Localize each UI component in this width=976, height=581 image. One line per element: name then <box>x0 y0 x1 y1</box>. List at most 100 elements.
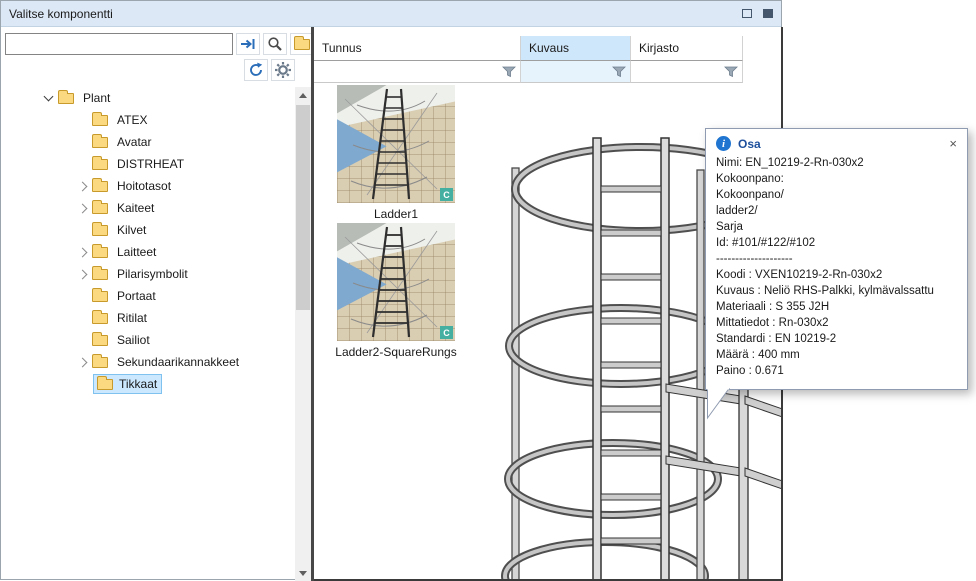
selected-tree-item: Tikkaat <box>93 374 162 394</box>
filter-cell-kuvaus[interactable] <box>521 61 631 83</box>
titlebar: Valitse komponentti <box>1 1 781 27</box>
tree-item-pilarisymbolit[interactable]: Pilarisymbolit <box>1 263 295 285</box>
arrow-down-icon <box>299 571 307 576</box>
tree-item-kilvet[interactable]: Kilvet <box>1 219 295 241</box>
tooltip-line: Kokoonpano: <box>716 171 957 187</box>
ladder-preview-drawing <box>337 85 455 203</box>
search-input[interactable] <box>5 33 233 55</box>
component-card-ladder2[interactable]: C Ladder2-SquareRungs <box>331 223 461 359</box>
component-label[interactable]: Ladder1 <box>374 207 418 221</box>
tree-item-atex[interactable]: ATEX <box>1 109 295 131</box>
folder-icon <box>92 247 108 258</box>
folder-icon <box>92 203 108 214</box>
tree-item-label: ATEX <box>114 112 150 128</box>
filter-funnel-icon[interactable] <box>612 66 626 78</box>
arrow-up-icon <box>299 93 307 98</box>
tree-item-distrheat[interactable]: DISTRHEAT <box>1 153 295 175</box>
column-header-kuvaus[interactable]: Kuvaus <box>521 36 631 61</box>
maximize-icon <box>742 9 752 18</box>
tree-item-tikkaat[interactable]: Tikkaat <box>1 373 295 395</box>
tooltip-pointer <box>707 388 731 420</box>
tooltip-line: Kuvaus : Neliö RHS-Palkki, kylmävalssatt… <box>716 283 957 299</box>
refresh-button[interactable] <box>244 59 268 81</box>
component-thumbnail[interactable]: C <box>337 223 455 341</box>
folder-icon <box>92 335 108 346</box>
scroll-up-button[interactable] <box>295 87 311 103</box>
folder-icon <box>92 115 108 126</box>
tree-item-plant[interactable]: Plant <box>1 87 295 109</box>
panel-dock-button[interactable] <box>760 5 776 21</box>
tree-item-label: Sekundaarikannakkeet <box>114 354 242 370</box>
scrollbar-thumb[interactable] <box>296 105 310 310</box>
column-header-tunnus[interactable]: Tunnus <box>314 36 521 61</box>
folder-icon <box>92 159 108 170</box>
filter-cell-kirjasto[interactable] <box>631 61 743 83</box>
tree-item-laitteet[interactable]: Laitteet <box>1 241 295 263</box>
component-thumbnail[interactable]: C <box>337 85 455 203</box>
chevron-right-icon[interactable] <box>78 181 88 191</box>
panel-maximize-button[interactable] <box>739 5 755 21</box>
tree-item-label: Avatar <box>114 134 154 150</box>
filter-funnel-icon[interactable] <box>724 66 738 78</box>
filter-funnel-icon[interactable] <box>502 66 516 78</box>
tree-item-label: Ritilat <box>114 310 150 326</box>
component-card-ladder1[interactable]: C Ladder1 <box>331 85 461 221</box>
tree-item-hoitotasot[interactable]: Hoitotasot <box>1 175 295 197</box>
tree-item-sailiot[interactable]: Sailiot <box>1 329 295 351</box>
tooltip-line: Mittatiedot : Rn-030x2 <box>716 315 957 331</box>
folder-icon <box>58 93 74 104</box>
tooltip-line: Koodi : VXEN10219-2-Rn-030x2 <box>716 267 957 283</box>
folder-icon <box>92 291 108 302</box>
refresh-icon <box>248 62 264 78</box>
tree-item-label: Portaat <box>114 288 159 304</box>
part-info-tooltip: i Osa × Nimi: EN_10219-2-Rn-030x2 Kokoon… <box>705 128 968 390</box>
filter-cell-tunnus[interactable] <box>314 61 521 83</box>
enter-arrow-icon <box>240 36 256 52</box>
tree-item-portaat[interactable]: Portaat <box>1 285 295 307</box>
tree-item-avatar[interactable]: Avatar <box>1 131 295 153</box>
folder-icon <box>92 225 108 236</box>
folder-icon <box>92 137 108 148</box>
tooltip-line: ladder2/ <box>716 203 957 219</box>
tree-scrollbar[interactable] <box>295 87 311 581</box>
folder-icon <box>294 39 310 50</box>
tree-item-label: Kaiteet <box>114 200 157 216</box>
chevron-right-icon[interactable] <box>78 269 88 279</box>
custom-component-badge-icon: C <box>440 188 453 201</box>
window-title: Valitse komponentti <box>9 7 113 21</box>
folder-tree: Plant ATEX Avatar DISTRHEAT Hoitotasot K… <box>1 87 295 581</box>
tooltip-close-button[interactable]: × <box>949 137 957 150</box>
chevron-right-icon[interactable] <box>78 203 88 213</box>
settings-button[interactable] <box>271 59 295 81</box>
folder-icon <box>92 313 108 324</box>
folder-icon <box>97 379 113 390</box>
chevron-right-icon[interactable] <box>78 357 88 367</box>
chevron-down-icon[interactable] <box>44 92 54 102</box>
tree-item-kaiteet[interactable]: Kaiteet <box>1 197 295 219</box>
tooltip-line: Id: #101/#122/#102 <box>716 235 957 251</box>
chevron-right-icon[interactable] <box>78 247 88 257</box>
tooltip-line: Kokoonpano/ <box>716 187 957 203</box>
gear-icon <box>274 61 292 79</box>
scroll-down-button[interactable] <box>295 565 311 581</box>
component-label[interactable]: Ladder2-SquareRungs <box>335 345 456 359</box>
folder-icon <box>92 357 108 368</box>
search-button[interactable] <box>263 33 287 55</box>
tree-item-sekundaarikannakkeet[interactable]: Sekundaarikannakkeet <box>1 351 295 373</box>
info-icon: i <box>716 136 731 151</box>
column-header-kirjasto[interactable]: Kirjasto <box>631 36 743 61</box>
tree-item-ritilat[interactable]: Ritilat <box>1 307 295 329</box>
tooltip-line: Määrä : 400 mm <box>716 347 957 363</box>
tree-item-label: Hoitotasot <box>114 178 174 194</box>
tooltip-line: Standardi : EN 10219-2 <box>716 331 957 347</box>
go-to-folder-button[interactable] <box>236 33 260 55</box>
tree-item-label: Kilvet <box>114 222 149 238</box>
tree-item-label: Tikkaat <box>119 377 157 391</box>
tooltip-line: Sarja <box>716 219 957 235</box>
search-icon <box>267 36 283 52</box>
tree-item-label: Sailiot <box>114 332 153 348</box>
tooltip-line: Paino : 0.671 <box>716 363 957 379</box>
folder-icon <box>92 269 108 280</box>
tree-item-label: DISTRHEAT <box>114 156 187 172</box>
tooltip-title: Osa <box>738 137 761 151</box>
